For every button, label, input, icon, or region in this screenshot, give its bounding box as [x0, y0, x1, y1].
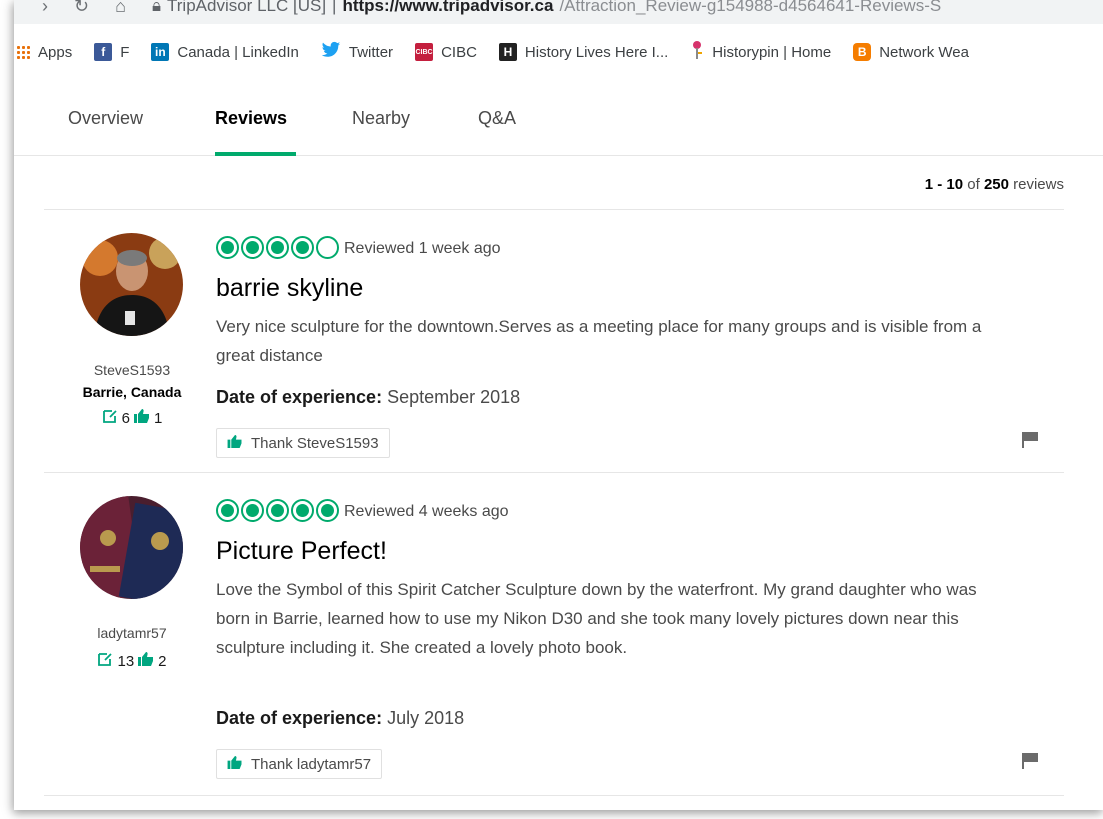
forward-icon[interactable]: › — [42, 0, 48, 17]
thumbs-up-icon — [138, 652, 154, 670]
doe-value: September 2018 — [387, 387, 521, 407]
bookmark-blogger[interactable]: B Network Wea — [842, 43, 980, 61]
rating-bubbles — [216, 236, 339, 259]
tab-overview[interactable]: Overview — [68, 108, 143, 129]
rating-bubble-icon — [266, 499, 289, 522]
thumbs-up-icon — [134, 409, 150, 427]
reload-icon[interactable]: ↻ — [74, 0, 89, 17]
browser-frame: › ↻ ⌂ 🔒︎ TripAdvisor LLC [US] | https://… — [14, 0, 1103, 810]
rating-bubble-icon — [241, 499, 264, 522]
apps-icon — [17, 45, 30, 59]
twitter-icon — [321, 41, 341, 63]
review-title[interactable]: barrie skyline — [216, 274, 363, 303]
bookmark-history[interactable]: H History Lives Here I... — [488, 43, 679, 61]
member-info: ladytamr57 13 2 — [50, 625, 214, 671]
thank-label: Thank SteveS1593 — [251, 434, 379, 452]
historypin-icon — [690, 40, 704, 64]
doe-value: July 2018 — [387, 708, 465, 728]
section-tabs: Overview Reviews Nearby Q&A — [14, 78, 1103, 156]
address-bar[interactable]: › ↻ ⌂ 🔒︎ TripAdvisor LLC [US] | https://… — [14, 0, 1103, 24]
doe-label: Date of experience: — [216, 387, 383, 407]
url-field[interactable]: 🔒︎ TripAdvisor LLC [US] | https://www.tr… — [152, 0, 941, 16]
rating-bubble-icon — [316, 499, 339, 522]
url-host: https://www.tripadvisor.ca — [342, 0, 554, 15]
username[interactable]: ladytamr57 — [50, 625, 214, 641]
review-body: Very nice sculpture for the downtown.Ser… — [216, 317, 982, 365]
review-body: Love the Symbol of this Spirit Catcher S… — [216, 580, 977, 657]
history-icon: H — [498, 43, 517, 61]
thumbs-up-icon — [227, 755, 243, 773]
blogger-icon: B — [853, 43, 872, 61]
rating-bubble-icon — [266, 236, 289, 259]
bookmark-cibc[interactable]: CIBC CIBC — [404, 43, 488, 61]
bookmark-facebook[interactable]: f F — [83, 43, 140, 61]
active-tab-indicator — [215, 152, 296, 156]
url-prefix: TripAdvisor LLC [US] — [167, 0, 327, 15]
thank-button[interactable]: Thank ladytamr57 — [216, 749, 383, 779]
username[interactable]: SteveS1593 — [50, 362, 214, 378]
divider — [44, 795, 1064, 796]
user-location: Barrie, Canada — [82, 384, 182, 400]
review-title[interactable]: Picture Perfect! — [216, 537, 387, 566]
thank-label: Thank ladytamr57 — [251, 755, 372, 773]
rating-bubble-empty-icon — [316, 236, 339, 259]
reviewed-date: Reviewed 4 weeks ago — [344, 503, 509, 520]
date-of-experience: Date of experience: July 2018 — [216, 708, 464, 729]
rating-bubble-icon — [216, 236, 239, 259]
date-of-experience: Date of experience: September 2018 — [216, 387, 520, 408]
home-icon[interactable]: ⌂ — [115, 0, 126, 17]
contribution-count: 6 — [121, 409, 130, 427]
bookmark-historypin[interactable]: Historypin | Home — [679, 40, 842, 64]
tab-reviews[interactable]: Reviews — [215, 108, 287, 129]
flag-icon[interactable] — [1021, 752, 1039, 770]
rating-bubbles — [216, 499, 339, 522]
rating-bubble-icon — [291, 236, 314, 259]
avatar[interactable] — [80, 233, 183, 336]
reviewed-date: Reviewed 1 week ago — [344, 240, 501, 257]
tab-nearby[interactable]: Nearby — [352, 108, 410, 129]
rating-bubble-icon — [216, 499, 239, 522]
cibc-icon: CIBC — [415, 43, 434, 61]
review-count: 1 - 10 of 250 reviews — [924, 176, 1064, 193]
linkedin-icon: in — [151, 43, 170, 61]
contribution-stats: 6 1 — [50, 408, 214, 428]
divider — [44, 472, 1064, 473]
facebook-icon: f — [94, 43, 113, 61]
bookmark-apps[interactable]: Apps — [14, 44, 83, 61]
bookmarks-bar: Apps f F in Canada | LinkedIn Twitter CI… — [14, 32, 1103, 72]
doe-label: Date of experience: — [216, 708, 383, 728]
rating-bubble-icon — [291, 499, 314, 522]
contribution-stats: 13 2 — [50, 651, 214, 671]
divider — [44, 209, 1064, 210]
rating-bubble-icon — [241, 236, 264, 259]
thank-button[interactable]: Thank SteveS1593 — [216, 428, 390, 458]
avatar[interactable] — [80, 496, 183, 599]
tab-qa[interactable]: Q&A — [478, 108, 516, 129]
member-info: SteveS1593 Barrie, Canada 6 1 — [50, 362, 214, 428]
bookmark-linkedin[interactable]: in Canada | LinkedIn — [140, 43, 310, 61]
review-count-icon — [102, 408, 118, 428]
lock-icon: 🔒︎ — [151, 0, 162, 15]
flag-icon[interactable] — [1021, 431, 1039, 449]
contribution-count: 13 — [117, 652, 135, 670]
review-count-icon — [97, 651, 113, 671]
url-path: /Attraction_Review-g154988-d4564641-Revi… — [559, 0, 942, 15]
helpful-vote-count: 2 — [158, 652, 167, 670]
thumbs-up-icon — [227, 434, 243, 452]
bookmark-twitter[interactable]: Twitter — [310, 41, 404, 63]
helpful-vote-count: 1 — [154, 409, 163, 427]
